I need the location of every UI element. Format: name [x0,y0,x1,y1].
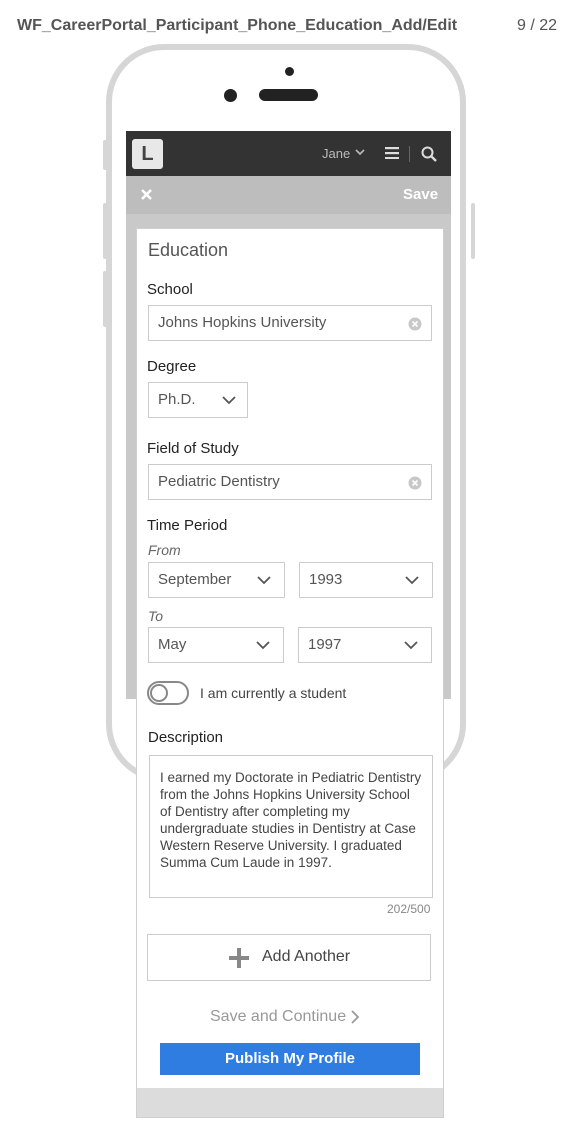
from-label: From [148,542,181,558]
phone-side-button [103,140,107,170]
description-label: Description [148,729,224,746]
field-of-study-label: Field of Study [147,440,239,457]
current-student-label: I am currently a student [200,685,347,701]
page-title: WF_CareerPortal_Participant_Phone_Educat… [17,17,458,34]
phone-power-button [471,203,475,259]
clear-icon[interactable] [408,317,422,331]
from-month-select[interactable]: September [148,562,285,598]
field-of-study-input[interactable]: Pediatric Dentistry [148,464,432,500]
degree-value: Ph.D. [158,391,196,408]
degree-select[interactable]: Ph.D. [148,382,248,418]
school-label: School [147,281,193,298]
menu-icon[interactable] [385,147,399,159]
clear-icon[interactable] [408,476,422,490]
section-title: Education [148,240,229,260]
chevron-down-icon [256,641,270,650]
from-year-select[interactable]: 1993 [299,562,433,598]
save-button[interactable]: Save [403,186,438,203]
save-and-continue-link[interactable]: Save and Continue [210,1008,346,1026]
description-textarea[interactable]: I earned my Doctorate in Pediatric Denti… [149,755,433,898]
to-year-value: 1997 [308,636,342,653]
plus-icon [229,948,249,968]
chevron-down-icon [405,576,419,585]
topbar-divider [409,146,410,162]
chevron-down-icon [222,396,236,405]
description-value: I earned my Doctorate in Pediatric Denti… [160,770,422,870]
phone-volume-up [103,203,107,259]
phone-front-camera [224,89,237,102]
to-month-value: May [158,636,187,653]
add-another-button[interactable]: Add Another [147,934,431,981]
from-month-value: September [158,571,232,588]
school-input[interactable]: Johns Hopkins University [148,305,432,341]
card-footer [136,1088,444,1118]
search-icon[interactable] [421,146,437,162]
app-logo[interactable]: L [132,139,163,169]
top-navigation-bar [126,131,451,176]
current-student-toggle[interactable] [147,681,189,705]
to-label: To [148,608,164,624]
publish-profile-button[interactable]: Publish My Profile [160,1043,420,1075]
toggle-knob [150,684,168,702]
field-of-study-value: Pediatric Dentistry [158,473,280,490]
chevron-right-icon[interactable] [351,1010,360,1024]
chevron-down-icon [257,576,271,585]
time-period-label: Time Period [147,517,228,534]
character-count: 202/500 [387,902,431,916]
page-header: WF_CareerPortal_Participant_Phone_Educat… [0,0,578,50]
close-icon[interactable] [140,188,153,201]
from-year-value: 1993 [309,571,343,588]
chevron-down-icon [404,641,418,650]
to-month-select[interactable]: May [148,627,284,663]
add-another-label: Add Another [262,948,351,965]
phone-speaker [259,89,318,101]
school-value: Johns Hopkins University [158,314,327,331]
to-year-select[interactable]: 1997 [298,627,432,663]
phone-volume-down [103,271,107,327]
chevron-down-icon[interactable] [355,149,365,156]
degree-label: Degree [147,358,197,375]
phone-camera [285,67,294,76]
page-number: 9 / 22 [516,17,557,34]
user-menu[interactable]: Jane [322,146,350,161]
